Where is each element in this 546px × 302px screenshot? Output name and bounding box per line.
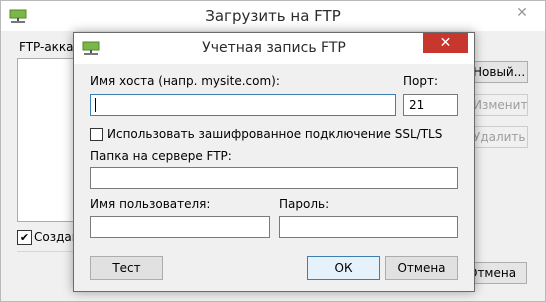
password-input[interactable] bbox=[279, 216, 458, 238]
upload-ftp-titlebar: Загрузить на FTP ✕ bbox=[1, 1, 545, 31]
username-input[interactable] bbox=[90, 216, 270, 238]
cancel-button[interactable]: Отмена bbox=[385, 256, 458, 280]
ssl-checkbox-label: Использовать зашифрованное подключение S… bbox=[107, 127, 443, 141]
ftp-account-dialog: Учетная запись FTP ✕ Имя хоста (напр. my… bbox=[73, 32, 475, 292]
text-caret bbox=[95, 98, 96, 112]
dialog-titlebar: Учетная запись FTP ✕ bbox=[74, 33, 474, 64]
ftp-accounts-list[interactable] bbox=[17, 58, 81, 222]
close-icon[interactable]: ✕ bbox=[423, 33, 468, 53]
ftp-folder-input[interactable] bbox=[90, 167, 458, 189]
username-label: Имя пользователя: bbox=[90, 197, 211, 211]
password-label: Пароль: bbox=[279, 197, 330, 211]
close-icon[interactable]: ✕ bbox=[505, 1, 539, 25]
background-cancel-button[interactable]: Отмена bbox=[467, 262, 527, 284]
ok-button[interactable]: ОК bbox=[307, 256, 380, 280]
edit-account-button[interactable]: Изменить... bbox=[472, 94, 528, 116]
ftp-folder-label: Папка на сервере FTP: bbox=[90, 149, 232, 163]
delete-account-button[interactable]: Удалить bbox=[472, 126, 528, 148]
port-label: Порт: bbox=[403, 74, 439, 88]
upload-ftp-title: Загрузить на FTP bbox=[205, 7, 341, 25]
create-checkbox[interactable]: ✔ bbox=[17, 230, 32, 245]
divider bbox=[17, 251, 77, 252]
new-account-button[interactable]: Новый... bbox=[472, 61, 528, 83]
dialog-title: Учетная запись FTP bbox=[202, 40, 346, 56]
ftp-accounts-group-label: FTP-аккау bbox=[19, 40, 81, 54]
host-label: Имя хоста (напр. mysite.com): bbox=[90, 74, 280, 88]
port-input[interactable]: 21 bbox=[403, 94, 458, 116]
host-input[interactable] bbox=[90, 94, 396, 116]
test-button[interactable]: Тест bbox=[90, 256, 163, 280]
ssl-checkbox[interactable] bbox=[90, 128, 103, 141]
